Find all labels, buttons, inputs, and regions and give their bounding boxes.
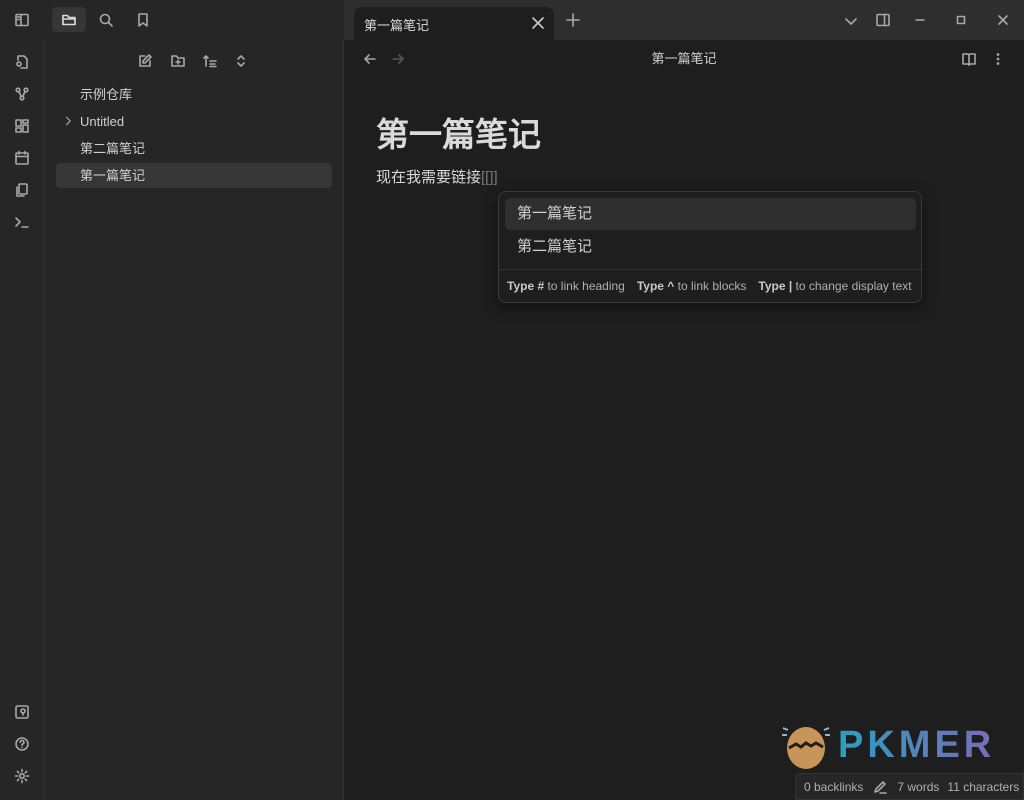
maximize-icon[interactable] [950, 10, 972, 30]
chevron-right-icon[interactable] [62, 114, 74, 128]
character-count: 11 characters [947, 779, 1020, 794]
new-tab-icon[interactable] [563, 10, 583, 30]
link-suggestion-popup: 第一篇笔记 第二篇笔记 Type # to link heading Type … [498, 191, 922, 303]
canvas-icon[interactable] [12, 116, 32, 136]
quick-switcher-icon[interactable] [12, 52, 32, 72]
reading-view-icon[interactable] [959, 49, 979, 69]
tree-folder-untitled[interactable]: Untitled [56, 109, 332, 134]
gear-icon[interactable] [12, 766, 32, 786]
tree-file[interactable]: 第二篇笔记 [56, 136, 332, 161]
suggestion-hints: Type # to link heading Type ^ to link bl… [499, 269, 921, 302]
window-close-icon[interactable] [992, 10, 1014, 30]
copy-icon[interactable] [12, 180, 32, 200]
sidebar-toggle-icon[interactable] [10, 10, 34, 30]
tab-active[interactable]: 第一篇笔记 [354, 7, 554, 40]
link-brackets: [[]] [481, 169, 498, 186]
tree-item-label: Untitled [80, 114, 125, 129]
graph-icon[interactable] [12, 84, 32, 104]
calendar-icon[interactable] [12, 148, 32, 168]
minimize-icon[interactable] [909, 10, 931, 30]
more-options-icon[interactable] [988, 49, 1008, 69]
suggestion-item[interactable]: 第一篇笔记 [505, 198, 916, 230]
tree-file-active[interactable]: 第一篇笔记 [56, 163, 332, 188]
paragraph-text: 现在我需要链接 [376, 169, 482, 186]
terminal-icon[interactable] [12, 212, 32, 232]
bookmark-icon[interactable] [131, 10, 155, 30]
expand-collapse-icon[interactable] [231, 51, 251, 71]
hint-blocks: Type ^ to link blocks [636, 279, 747, 293]
hint-display-text: Type | to change display text [758, 279, 912, 293]
chevron-down-icon[interactable] [841, 12, 861, 30]
ribbon [0, 40, 44, 800]
new-folder-icon[interactable] [168, 51, 188, 71]
pencil-icon[interactable] [871, 779, 889, 795]
right-sidebar-toggle-icon[interactable] [872, 10, 894, 30]
new-note-icon[interactable] [135, 51, 155, 71]
suggestion-item[interactable]: 第二篇笔记 [505, 231, 916, 263]
tab-title: 第一篇笔记 [364, 18, 430, 33]
vault-name[interactable]: 示例仓库 [56, 82, 332, 107]
file-explorer: 示例仓库 Untitled 第二篇笔记 第一篇笔记 [44, 40, 344, 800]
editor-header-title[interactable]: 第一篇笔记 [344, 48, 1024, 67]
sort-icon[interactable] [200, 51, 220, 71]
note-heading: 第一篇笔记 [376, 116, 541, 153]
help-icon[interactable] [12, 734, 32, 754]
status-bar: 0 backlinks 7 words 11 characters [795, 773, 1024, 800]
vault-icon[interactable] [12, 702, 32, 722]
pkmer-text: PKMER [838, 723, 996, 766]
word-count: 7 words [897, 779, 940, 794]
close-icon[interactable] [530, 15, 546, 31]
hint-heading: Type # to link heading [507, 279, 625, 293]
pkmer-watermark: PKMER [780, 720, 995, 770]
folder-icon[interactable] [52, 7, 86, 32]
note-paragraph[interactable]: 现在我需要链接[[]] [376, 166, 498, 187]
backlinks-count[interactable]: 0 backlinks [804, 780, 863, 794]
pkmer-logo-icon [782, 727, 830, 769]
search-icon[interactable] [94, 10, 118, 30]
